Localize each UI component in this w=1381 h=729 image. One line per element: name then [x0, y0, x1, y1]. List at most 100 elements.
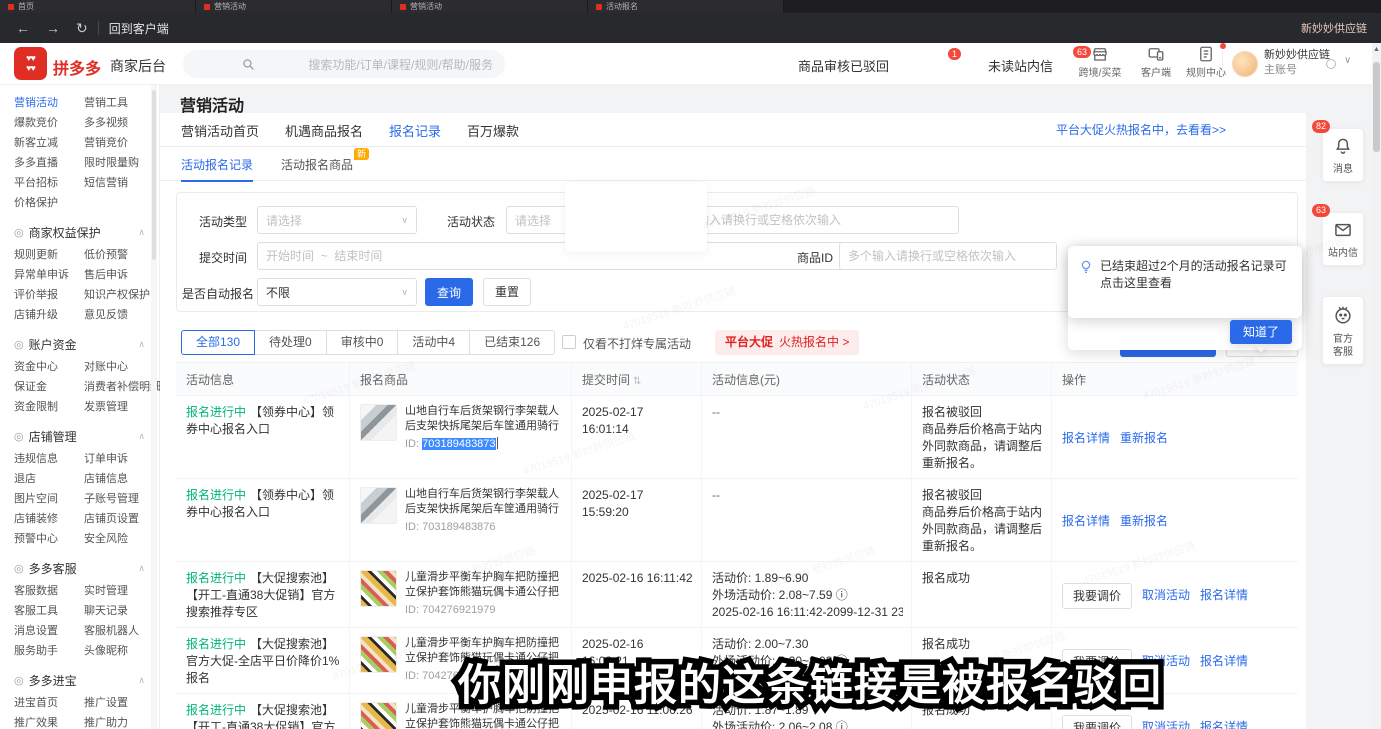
sidebar-scrollbar-thumb[interactable]: [152, 90, 156, 260]
column-header-3[interactable]: 提交时间⇅: [572, 363, 702, 395]
sidebar-item-异常单申诉[interactable]: 异常单申诉: [14, 265, 84, 285]
sidebar-item-客服工具[interactable]: 客服工具: [14, 601, 84, 621]
sidebar-group-header[interactable]: ◎多多进宝∧: [14, 667, 159, 693]
page-scrollbar-thumb[interactable]: [1373, 62, 1380, 152]
sidebar-item-营销活动[interactable]: 营销活动: [14, 93, 84, 113]
tooltip-ok-button[interactable]: 知道了: [1230, 320, 1292, 344]
sidebar-item-保证金[interactable]: 保证金: [14, 377, 84, 397]
unread-mail-link[interactable]: 未读站内信: [988, 56, 1053, 75]
exclusive-activity-checkbox[interactable]: [562, 335, 576, 349]
float-item-官方客服[interactable]: 官方客服: [1322, 296, 1364, 365]
sidebar-item-进宝首页[interactable]: 进宝首页: [14, 693, 84, 713]
product-title[interactable]: 儿童滑步平衡车护胸车把防撞把立保护套饰熊猫玩偶卡通公仔把手装: [405, 702, 563, 729]
tab-报名记录[interactable]: 报名记录: [389, 121, 441, 140]
sidebar-item-服务助手[interactable]: 服务助手: [14, 641, 84, 661]
sidebar-item-短信营销[interactable]: 短信营销: [84, 173, 160, 193]
browser-tab[interactable]: 活动报名: [588, 0, 784, 13]
product-thumbnail[interactable]: [360, 702, 397, 729]
action-link-报名详情[interactable]: 报名详情: [1062, 430, 1110, 447]
subtab-活动报名商品[interactable]: 活动报名商品新: [281, 156, 353, 173]
sidebar-item-头像昵称[interactable]: 头像昵称: [84, 641, 160, 661]
column-header-5[interactable]: 活动状态: [912, 363, 1052, 395]
client-app-link[interactable]: 客户端: [1128, 45, 1184, 79]
sidebar-item-推广设置[interactable]: 推广设置: [84, 693, 160, 713]
action-link-取消活动[interactable]: 取消活动: [1142, 719, 1190, 729]
chip-待处理0[interactable]: 待处理0: [254, 330, 327, 355]
column-header-1[interactable]: 活动信息: [176, 363, 350, 395]
chevron-down-icon[interactable]: ∨: [1344, 55, 1351, 66]
activity-id-input[interactable]: [664, 206, 959, 234]
query-button[interactable]: 查询: [425, 278, 473, 306]
float-item-消息[interactable]: 消息: [1322, 128, 1364, 182]
rule-center-link[interactable]: 规则中心: [1178, 45, 1234, 79]
promo-link[interactable]: 平台大促火热报名中，去看看>>: [1056, 121, 1226, 138]
adjust-price-button[interactable]: 我要调价: [1062, 649, 1132, 675]
action-link-报名详情[interactable]: 报名详情: [1200, 587, 1248, 604]
sidebar-item-资金中心[interactable]: 资金中心: [14, 357, 84, 377]
sidebar-item-消费者补偿明细[interactable]: 消费者补偿明细: [84, 377, 160, 397]
product-thumbnail[interactable]: [360, 570, 397, 607]
sidebar-item-售后申诉[interactable]: 售后申诉: [84, 265, 160, 285]
sidebar-item-限时限量购[interactable]: 限时限量购: [84, 153, 160, 173]
product-title[interactable]: 山地自行车后货架钢行李架载人后支架快拆尾架后车筐通用骑行装备: [405, 487, 563, 517]
pinduoduo-logo-icon[interactable]: ♥♥♥♥: [14, 47, 47, 80]
sidebar-item-营销竞价[interactable]: 营销竞价: [84, 133, 160, 153]
chip-活动中4[interactable]: 活动中4: [397, 330, 470, 355]
subtab-活动报名记录[interactable]: 活动报名记录: [181, 156, 253, 173]
sidebar-item-退店[interactable]: 退店: [14, 469, 84, 489]
sidebar-item-评价举报[interactable]: 评价举报: [14, 285, 84, 305]
collapse-icon[interactable]: ∧: [138, 563, 145, 574]
action-link-取消活动[interactable]: 取消活动: [1142, 653, 1190, 670]
auto-signup-select[interactable]: 不限 ∨: [257, 278, 417, 306]
logout-icon[interactable]: [1326, 59, 1336, 69]
action-link-报名详情[interactable]: 报名详情: [1200, 719, 1248, 729]
chip-已结束126[interactable]: 已结束126: [469, 330, 555, 355]
sidebar-item-订单申诉[interactable]: 订单申诉: [84, 449, 160, 469]
sidebar-item-推广效果[interactable]: 推广效果: [14, 713, 84, 729]
reload-icon[interactable]: ↻: [76, 20, 88, 37]
address-text[interactable]: 回到客户端: [109, 20, 169, 37]
sidebar-item-意见反馈[interactable]: 意见反馈: [84, 305, 160, 325]
product-title[interactable]: 山地自行车后货架钢行李架载人后支架快拆尾架后车筐通用骑行装备: [405, 404, 563, 434]
column-header-4[interactable]: 活动信息(元): [702, 363, 912, 395]
column-header-2[interactable]: 报名商品: [350, 363, 572, 395]
account-info[interactable]: 新妙妙供应链 主账号: [1264, 48, 1330, 78]
sidebar-item-爆款竞价[interactable]: 爆款竞价: [14, 113, 84, 133]
chip-审核中0[interactable]: 审核中0: [326, 330, 399, 355]
sidebar-item-价格保护[interactable]: 价格保护: [14, 193, 84, 213]
collapse-icon[interactable]: ∧: [138, 339, 145, 350]
sidebar-item-平台招标[interactable]: 平台招标: [14, 173, 84, 193]
tab-机遇商品报名[interactable]: 机遇商品报名: [285, 121, 363, 140]
browser-profile-name[interactable]: 新妙妙供应链: [1301, 20, 1367, 36]
sidebar-item-对账中心[interactable]: 对账中心: [84, 357, 160, 377]
action-link-报名详情[interactable]: 报名详情: [1200, 653, 1248, 670]
collapse-icon[interactable]: ∧: [138, 431, 145, 442]
sidebar-item-实时管理[interactable]: 实时管理: [84, 581, 160, 601]
adjust-price-button[interactable]: 我要调价: [1062, 583, 1132, 609]
tab-营销活动首页[interactable]: 营销活动首页: [181, 121, 259, 140]
sidebar-item-子账号管理[interactable]: 子账号管理: [84, 489, 160, 509]
adjust-price-button[interactable]: 我要调价: [1062, 715, 1132, 729]
product-thumbnail[interactable]: [360, 487, 397, 524]
avatar[interactable]: [1232, 51, 1258, 77]
collapse-icon[interactable]: ∧: [138, 227, 145, 238]
product-thumbnail[interactable]: [360, 636, 397, 673]
hot-signup-badge[interactable]: 平台大促火热报名中 >: [715, 330, 859, 355]
audit-rejected-link[interactable]: 商品审核已驳回: [798, 56, 889, 75]
goods-id-input[interactable]: [839, 242, 1057, 270]
forward-icon[interactable]: →: [46, 20, 60, 36]
product-title[interactable]: 儿童滑步平衡车护胸车把防撞把立保护套饰熊猫玩偶卡通公仔把手装: [405, 636, 563, 666]
sidebar-group-header[interactable]: ◎店铺管理∧: [14, 423, 159, 449]
sidebar-item-聊天记录[interactable]: 聊天记录: [84, 601, 160, 621]
action-link-取消活动[interactable]: 取消活动: [1142, 587, 1190, 604]
sidebar-group-header[interactable]: ◎商家权益保护∧: [14, 219, 159, 245]
sidebar-item-营销工具[interactable]: 营销工具: [84, 93, 160, 113]
scroll-up-icon[interactable]: ▲: [1373, 46, 1380, 53]
collapse-icon[interactable]: ∧: [138, 675, 145, 686]
browser-tab[interactable]: 营销活动: [196, 0, 392, 13]
product-thumbnail[interactable]: [360, 404, 397, 441]
sidebar-item-预警中心[interactable]: 预警中心: [14, 529, 84, 549]
back-icon[interactable]: ←: [16, 20, 30, 36]
sidebar-item-多多视频[interactable]: 多多视频: [84, 113, 160, 133]
chip-全部130[interactable]: 全部130: [181, 330, 255, 355]
